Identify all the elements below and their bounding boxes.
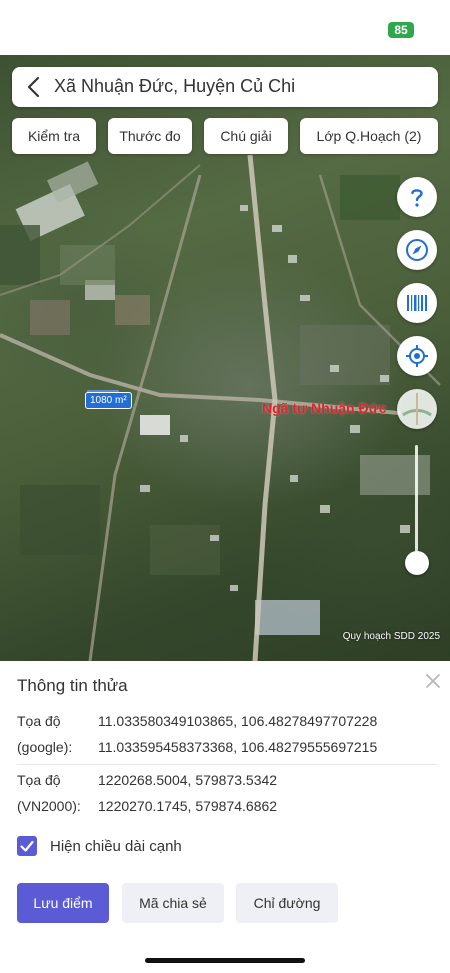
- map-watermark: Quy hoạch SDD 2025: [342, 631, 440, 642]
- home-indicator: [145, 958, 305, 963]
- back-arrow-icon[interactable]: [20, 73, 48, 101]
- barcode-button[interactable]: [397, 283, 437, 323]
- legend-button[interactable]: Chú giải: [204, 118, 288, 154]
- divider: [17, 764, 437, 765]
- help-button[interactable]: [397, 177, 437, 217]
- save-point-button[interactable]: Lưu điểm: [17, 883, 109, 923]
- vn2000-coord-label: Tọa độ: [17, 772, 61, 788]
- share-code-button[interactable]: Mã chia sẻ: [122, 883, 224, 923]
- vn2000-coord-label-sub: (VN2000):: [17, 798, 81, 814]
- barcode-icon: [407, 295, 427, 311]
- google-coord-value-2[interactable]: 11.033595458373368, 106.48279555697215: [98, 739, 377, 755]
- planning-layer-button[interactable]: Lớp Q.Hoạch (2): [300, 118, 438, 154]
- check-button[interactable]: Kiểm tra: [12, 118, 96, 154]
- battery-indicator: 85: [388, 22, 414, 38]
- google-coord-label: Tọa độ: [17, 713, 61, 729]
- locate-icon: [406, 345, 428, 367]
- vn2000-coord-value-1[interactable]: 1220268.5004, 579873.5342: [98, 772, 277, 788]
- vn2000-coord-value-2[interactable]: 1220270.1745, 579874.6862: [98, 798, 277, 814]
- compass-button[interactable]: [397, 230, 437, 270]
- compass-icon: [406, 239, 428, 261]
- zoom-slider-track[interactable]: [415, 445, 418, 565]
- close-icon[interactable]: [423, 671, 443, 691]
- location-bar[interactable]: Xã Nhuận Đức, Huyện Củ Chi: [12, 67, 438, 107]
- panel-title: Thông tin thửa: [17, 676, 128, 695]
- measure-button[interactable]: Thước đo: [108, 118, 192, 154]
- location-title: Xã Nhuận Đức, Huyện Củ Chi: [54, 76, 296, 96]
- checkmark-icon: [20, 840, 34, 852]
- help-icon: [411, 189, 423, 207]
- show-edge-length-checkbox[interactable]: [17, 836, 37, 856]
- map-layer-thumbnail[interactable]: [397, 389, 437, 429]
- parcel-area-badge[interactable]: 1080 m²: [85, 392, 132, 409]
- google-coord-label-sub: (google):: [17, 739, 73, 755]
- map-thumbnail-icon: [400, 392, 434, 426]
- show-edge-length-label[interactable]: Hiện chiều dài cạnh: [50, 838, 182, 855]
- parcel-info-panel: Thông tin thửa Tọa độ (google): 11.03358…: [0, 661, 450, 973]
- locate-button[interactable]: [397, 336, 437, 376]
- status-bar: 85: [0, 0, 450, 55]
- zoom-slider-thumb[interactable]: [405, 551, 429, 575]
- directions-button[interactable]: Chỉ đường: [236, 883, 338, 923]
- google-coord-value-1[interactable]: 11.033580349103865, 106.48278497707228: [98, 713, 377, 729]
- place-label: Ngã tư Nhuận Đức: [262, 400, 387, 416]
